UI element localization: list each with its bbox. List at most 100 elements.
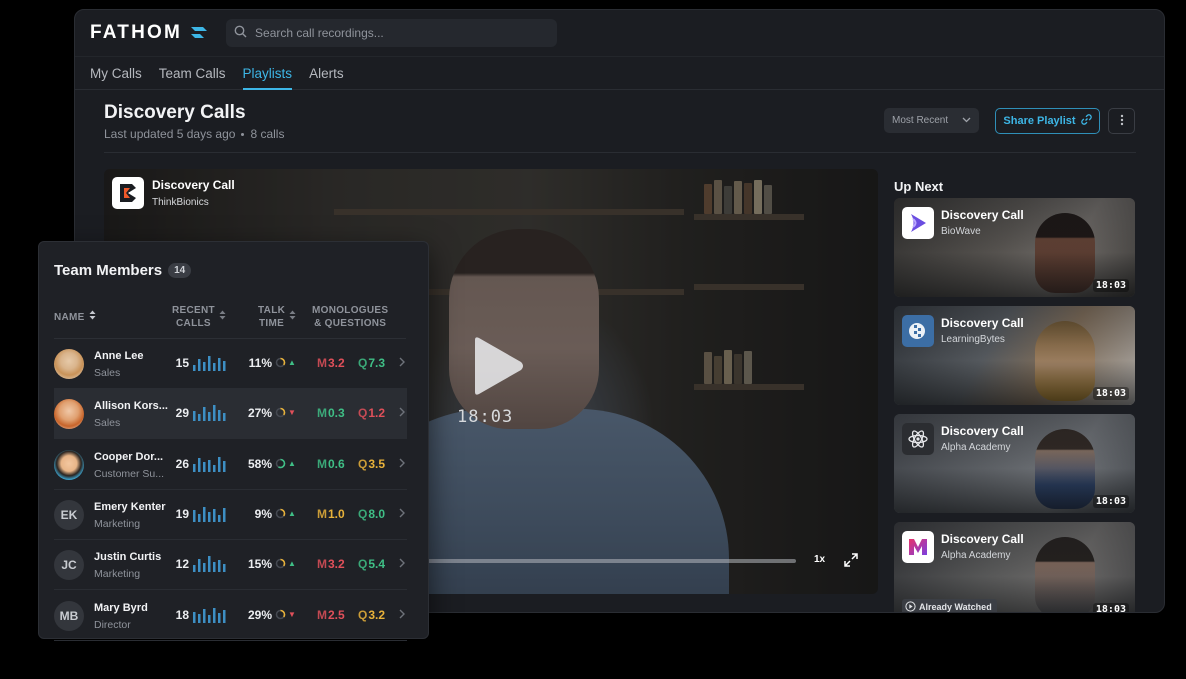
brand-name: FATHOM (90, 22, 183, 43)
sparkline-bar (208, 556, 211, 573)
monologues-value: M3.2 (317, 557, 345, 572)
card-title: Discovery Call (941, 316, 1024, 330)
sparkline-bar (198, 613, 201, 623)
sparkline-bar (203, 608, 206, 623)
talk-time-value: 11% (248, 356, 272, 370)
sparkline-bar (208, 459, 211, 472)
chevron-right-icon[interactable] (399, 405, 405, 420)
table-row[interactable]: Allison Kors... Sales 29 27% ▼ M0.3 Q1.2 (54, 389, 407, 440)
sparkline-bar (198, 559, 201, 573)
team-title: Team Members (54, 262, 163, 279)
trend-down-icon: ▼ (288, 408, 296, 418)
share-playlist-button[interactable]: Share Playlist (995, 108, 1100, 134)
fathom-logo[interactable]: FATHOM (90, 22, 208, 44)
tab-team-calls[interactable]: Team Calls (159, 57, 235, 89)
talk-time-value: 58% (247, 456, 272, 471)
table-row[interactable]: EK Emery Kenter Marketing 19 9% ▲ M1.0 Q8.0 (54, 490, 407, 540)
member-name: Allison Kors... (94, 400, 168, 413)
team-members-panel: Team Members 14 NAME RECENT CALLS TALK TIM… (38, 241, 429, 641)
up-next-card[interactable]: Discovery Call BioWave 18:03 (894, 198, 1135, 297)
thinkbionics-logo-icon (112, 177, 144, 209)
card-company: BioWave (941, 226, 981, 237)
top-bar: FATHOM Search call recordings... (75, 10, 1164, 56)
sparkline-bar (198, 414, 201, 422)
sparkline-bar (203, 362, 206, 371)
talk-ratio-ring-icon (275, 407, 286, 418)
monologues-value: M1.0 (317, 506, 345, 521)
sparkline-bar (213, 562, 216, 573)
questions-value: Q8.0 (358, 506, 386, 521)
questions-value: Q3.2 (358, 607, 386, 622)
table-row[interactable]: Cooper Dor... Customer Su... 26 58% ▲ M0.6 Q3.… (54, 440, 407, 490)
sparkline-bar (223, 413, 226, 422)
atom-logo-icon (902, 423, 934, 455)
video-progress-bar[interactable] (394, 559, 796, 563)
avatar (54, 349, 84, 379)
member-name: Emery Kenter (94, 500, 166, 513)
sort-dropdown[interactable]: Most Recent (884, 108, 979, 133)
member-name: Justin Curtis (94, 551, 162, 564)
playback-speed-button[interactable]: 1x (814, 554, 825, 565)
recent-calls-value: 19 (175, 506, 189, 521)
play-button[interactable] (469, 336, 525, 396)
sparkline-bar (223, 507, 226, 522)
more-options-button[interactable] (1108, 108, 1135, 134)
tab-my-calls[interactable]: My Calls (90, 57, 151, 89)
fathom-logo-icon (190, 25, 208, 41)
recent-calls-value: 18 (175, 607, 189, 622)
sparkline-bar (203, 407, 206, 422)
column-header-name[interactable]: NAME (54, 310, 96, 324)
chevron-right-icon[interactable] (399, 355, 405, 370)
up-next-card[interactable]: Discovery Call LearningBytes 18:03 (894, 306, 1135, 405)
link-icon (1080, 114, 1092, 128)
up-next-card[interactable]: Discovery Call Alpha Academy 18:03 (894, 414, 1135, 513)
table-row[interactable]: JC Justin Curtis Marketing 12 15% ▲ M3.2 Q5.4 (54, 540, 407, 591)
chevron-right-icon[interactable] (399, 556, 405, 571)
sparkline-bar (193, 463, 196, 472)
member-count-badge: 14 (168, 263, 192, 278)
table-row[interactable]: Anne Lee Sales 15 11% ▲ M3.2 Q7.3 (54, 339, 407, 389)
sparkline-bar (203, 506, 206, 522)
calls-sparkline (193, 506, 226, 522)
sparkline-bar (208, 412, 211, 422)
search-input[interactable]: Search call recordings... (226, 19, 558, 47)
sparkline-bar (213, 464, 216, 472)
playlist-meta: Last updated 5 days ago 8 calls (104, 127, 284, 141)
member-name: Anne Lee (94, 350, 144, 362)
biowave-logo-icon (902, 207, 934, 239)
sparkline-bar (203, 563, 206, 573)
trend-up-icon: ▲ (288, 508, 296, 518)
talk-time-value: 15% (247, 557, 272, 572)
avatar: EK (54, 499, 84, 530)
recent-calls-value: 29 (175, 406, 189, 421)
sparkline-bar (218, 560, 221, 573)
recent-calls-value: 12 (175, 557, 189, 572)
more-vertical-icon (1120, 113, 1124, 129)
chevron-right-icon[interactable] (399, 456, 405, 471)
member-role: Marketing (94, 517, 141, 530)
tab-playlists[interactable]: Playlists (242, 57, 302, 90)
avatar: JC (54, 550, 84, 581)
sparkline-bar (198, 457, 201, 472)
up-next-card[interactable]: Discovery Call Alpha Academy Already Wat… (894, 522, 1135, 612)
sparkline-bar (213, 405, 216, 422)
sparkline-bar (218, 612, 221, 623)
table-row[interactable]: MB Mary Byrd Director 18 29% ▼ M2.5 Q3.2 (54, 591, 407, 641)
card-duration: 18:03 (1092, 279, 1129, 292)
sparkline-bar (218, 456, 221, 472)
calls-sparkline (193, 607, 226, 623)
chevron-right-icon[interactable] (399, 607, 405, 622)
fullscreen-icon[interactable] (844, 553, 858, 567)
sparkline-bar (208, 356, 211, 371)
column-header-recent-calls[interactable]: RECENT CALLS (172, 304, 226, 330)
alpha-academy-logo-icon (902, 531, 934, 563)
sparkline-bar (193, 611, 196, 623)
tab-alerts[interactable]: Alerts (309, 57, 353, 89)
member-role: Customer Su... (94, 467, 165, 480)
monologues-value: M3.2 (317, 356, 345, 370)
trend-up-icon: ▲ (288, 559, 296, 569)
column-header-talk-time[interactable]: TALK TIME (258, 304, 296, 330)
sparkline-bar (208, 511, 211, 522)
chevron-right-icon[interactable] (399, 506, 405, 521)
recent-calls-value: 15 (175, 356, 189, 370)
